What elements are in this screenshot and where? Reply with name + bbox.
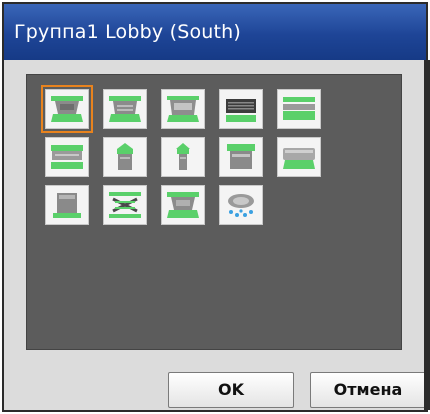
cancel-button[interactable]: Отмена — [310, 372, 426, 408]
floor-standing-icon — [117, 143, 133, 170]
unit-option-2-way-cassette[interactable] — [161, 89, 205, 129]
floor-standing-slim-icon — [176, 143, 190, 170]
ceiling-suspended-icon — [283, 97, 315, 120]
4-way-cassette-flat-icon — [109, 96, 141, 122]
unit-option-floor-concealed[interactable] — [219, 137, 263, 177]
unit-option-4-way-cassette[interactable] — [41, 85, 93, 133]
window-title: Группа1 Lobby (South) — [4, 4, 426, 60]
wall-mounted-icon — [283, 148, 315, 169]
unit-type-panel — [26, 74, 402, 350]
unit-option-ceiling-suspended[interactable] — [277, 89, 321, 129]
round-diffuser-icon — [228, 194, 254, 217]
unit-option-floor-standing-slim[interactable] — [161, 137, 205, 177]
unit-option-4-way-cassette-flat[interactable] — [103, 89, 147, 129]
ceiling-concealed-duct-icon — [226, 99, 256, 122]
air-handling-unit-icon — [53, 193, 81, 218]
1-way-cassette-icon — [51, 145, 83, 169]
unit-option-wall-mounted[interactable] — [277, 137, 321, 177]
unit-option-air-handling-unit[interactable] — [45, 185, 89, 225]
floor-concealed-icon — [227, 144, 255, 169]
heat-recovery-ventilator-icon — [109, 192, 141, 218]
unit-option-round-flow-cassette[interactable] — [161, 185, 205, 225]
4-way-cassette-icon — [51, 96, 83, 122]
window-border — [424, 60, 430, 410]
unit-option-ceiling-concealed-duct[interactable] — [219, 89, 263, 129]
dialog-body: OK Отмена — [4, 60, 426, 410]
unit-type-grid — [41, 85, 321, 225]
unit-option-1-way-cassette[interactable] — [45, 137, 89, 177]
unit-option-heat-recovery-ventilator[interactable] — [103, 185, 147, 225]
2-way-cassette-icon — [167, 96, 199, 122]
ok-button[interactable]: OK — [168, 372, 294, 408]
round-flow-cassette-icon — [167, 192, 199, 218]
unit-option-floor-standing[interactable] — [103, 137, 147, 177]
unit-option-round-diffuser[interactable] — [219, 185, 263, 225]
